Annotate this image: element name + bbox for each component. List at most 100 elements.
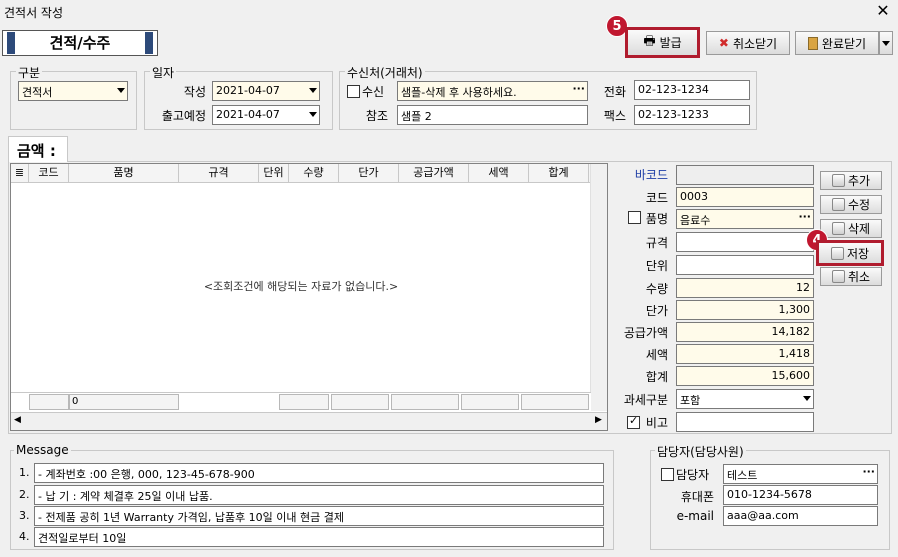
grid-footer: 0 <box>11 392 591 411</box>
items-grid[interactable]: ≣ 코드 품명 규격 단위 수량 단가 공급가액 세액 합계 <조회조건에 해당… <box>10 163 608 431</box>
document-icon <box>807 36 818 50</box>
unit-input[interactable] <box>676 255 814 275</box>
message-line-number: 4. <box>19 530 30 543</box>
cancel-button[interactable]: 취소 <box>820 267 882 286</box>
column-header[interactable]: 합계 <box>529 164 589 183</box>
scroll-right-icon[interactable]: ▶ <box>595 415 602 425</box>
qty-input[interactable]: 12 <box>676 278 814 298</box>
title-bar-left <box>7 32 15 54</box>
email-label: e-mail <box>676 509 714 523</box>
message-line-number: 2. <box>19 488 30 501</box>
column-header[interactable]: 단위 <box>259 164 289 183</box>
tab-amount[interactable]: 금액 : <box>8 136 68 162</box>
edit-button[interactable]: 수정 <box>820 195 882 214</box>
done-close-button[interactable]: 완료닫기 <box>795 31 879 55</box>
item-name-field[interactable]: 음료수 ··· <box>676 209 814 229</box>
manager-name-field[interactable]: 테스트 ··· <box>723 464 878 484</box>
receive-field[interactable]: 샘플-삭제 후 사용하세요. ··· <box>397 81 588 101</box>
save-button-label: 저장 <box>846 246 870 261</box>
column-header[interactable]: 단가 <box>339 164 399 183</box>
column-header[interactable]: 규격 <box>179 164 259 183</box>
barcode-input[interactable] <box>676 165 814 185</box>
row-menu-icon[interactable]: ≣ <box>11 164 29 183</box>
chevron-down-icon <box>309 88 317 93</box>
code-input[interactable]: 0003 <box>676 187 814 207</box>
ellipsis-icon[interactable]: ··· <box>862 465 875 478</box>
pencil-icon <box>831 198 845 211</box>
done-close-label: 완료닫기 <box>821 36 867 51</box>
recipient-group-label: 수신처(거래처) <box>345 64 425 81</box>
fax-input[interactable]: 02-123-1233 <box>634 105 750 125</box>
code-label: 코드 <box>645 191 668 205</box>
spec-input[interactable] <box>676 232 814 252</box>
ref-input[interactable]: 샘플 2 <box>397 105 588 125</box>
chevron-down-icon <box>882 40 890 46</box>
column-header[interactable]: 공급가액 <box>399 164 469 183</box>
page-title-text: 견적/수주 <box>49 34 111 52</box>
ellipsis-icon[interactable]: ··· <box>572 82 585 95</box>
mobile-input[interactable]: 010-1234-5678 <box>723 485 878 505</box>
manager-checkbox[interactable] <box>661 468 674 481</box>
scroll-left-icon[interactable]: ◀ <box>14 415 21 425</box>
edit-button-label: 수정 <box>847 198 871 212</box>
close-icon[interactable]: ✕ <box>874 2 892 20</box>
price-input[interactable]: 1,300 <box>676 300 814 320</box>
grid-vertical-scrollbar[interactable] <box>590 164 607 411</box>
column-header[interactable]: 코드 <box>29 164 69 183</box>
category-select[interactable]: 견적서 <box>18 81 128 101</box>
add-button[interactable]: 추가 <box>820 171 882 190</box>
phone-input[interactable]: 02-123-1234 <box>634 80 750 100</box>
save-icon <box>830 246 844 260</box>
taxtype-select[interactable]: 포함 <box>676 389 814 409</box>
written-date-label: 작성 <box>183 85 206 99</box>
footer-cell <box>279 394 329 410</box>
message-group-label: Message <box>14 443 71 457</box>
issue-button[interactable]: 🖶 발급 <box>625 27 700 58</box>
category-group-label: 구분 <box>16 64 43 81</box>
message-line-number: 1. <box>19 466 30 479</box>
delete-button[interactable]: 삭제 <box>820 219 882 238</box>
total-input[interactable]: 15,600 <box>676 366 814 386</box>
receive-checkbox[interactable] <box>347 85 360 98</box>
ellipsis-icon[interactable]: ··· <box>798 210 811 223</box>
ship-date-value: 2021-04-07 <box>216 108 280 121</box>
step-badge-5: 5 <box>606 15 628 37</box>
message-line-input[interactable]: - 납 기 : 계약 체결후 25일 이내 납품. <box>34 485 604 505</box>
save-button[interactable]: 저장 <box>816 240 884 266</box>
column-header[interactable]: 수량 <box>289 164 339 183</box>
supply-input[interactable]: 14,182 <box>676 322 814 342</box>
cancel-close-button[interactable]: ✖ 취소닫기 <box>706 31 790 55</box>
add-button-label: 추가 <box>847 174 871 188</box>
note-label: 비고 <box>645 416 668 430</box>
manager-name-label: 담당자 <box>676 468 710 482</box>
spec-label: 규격 <box>645 236 668 250</box>
footer-cell <box>521 394 589 410</box>
unit-label: 단위 <box>645 259 668 273</box>
phone-label: 전화 <box>603 85 626 99</box>
grid-horizontal-scrollbar[interactable]: ◀ ▶ <box>11 412 607 430</box>
message-line-input[interactable]: 견적일로부터 10일 <box>34 527 604 547</box>
supply-label: 공급가액 <box>623 326 668 340</box>
title-bar-right <box>145 32 153 54</box>
message-line-input[interactable]: - 전제품 공히 1년 Warranty 가격임, 납품후 10일 이내 현금 … <box>34 506 604 526</box>
add-icon <box>831 174 845 187</box>
printer-icon: 🖶 <box>643 33 656 49</box>
column-header[interactable]: 품명 <box>69 164 179 183</box>
written-date-picker[interactable]: 2021-04-07 <box>212 81 320 101</box>
tax-input[interactable]: 1,418 <box>676 344 814 364</box>
cancel-close-label: 취소닫기 <box>732 36 778 51</box>
message-line-number: 3. <box>19 509 30 522</box>
note-input[interactable] <box>676 412 814 432</box>
written-date-value: 2021-04-07 <box>216 84 280 97</box>
grid-empty-message: <조회조건에 해당되는 자료가 없습니다.> <box>203 280 399 293</box>
note-checkbox[interactable] <box>627 414 640 429</box>
footer-cell <box>331 394 389 410</box>
item-name-checkbox[interactable] <box>628 211 641 224</box>
column-header[interactable]: 세액 <box>469 164 529 183</box>
done-close-dropdown[interactable] <box>879 31 893 55</box>
ship-date-picker[interactable]: 2021-04-07 <box>212 105 320 125</box>
ship-date-label: 출고예정 <box>161 109 206 123</box>
message-line-input[interactable]: - 계좌번호 :00 은행, 000, 123-45-678-900 <box>34 463 604 483</box>
email-input[interactable]: aaa@aa.com <box>723 506 878 526</box>
delete-icon <box>831 222 845 235</box>
